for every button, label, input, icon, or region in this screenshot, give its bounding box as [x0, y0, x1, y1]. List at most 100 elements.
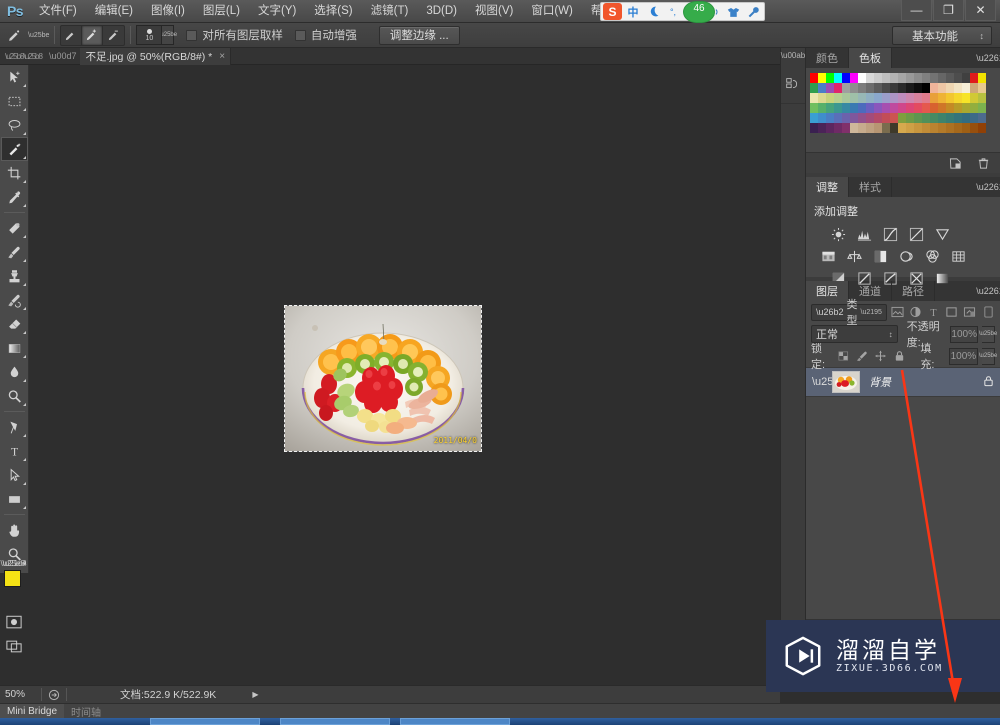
clone-stamp-tool[interactable]: [1, 264, 28, 288]
spot-healing-brush-tool[interactable]: [1, 216, 28, 240]
swatch-cell[interactable]: [810, 73, 818, 83]
swatch-cell[interactable]: [810, 113, 818, 123]
color-lookup-icon[interactable]: [950, 248, 967, 264]
swatch-cell[interactable]: [938, 73, 946, 83]
chinese-mode-icon[interactable]: 中: [624, 3, 642, 20]
swatch-cell[interactable]: [834, 83, 842, 93]
swatch-cell[interactable]: [866, 93, 874, 103]
swatch-cell[interactable]: [826, 93, 834, 103]
swatch-cell[interactable]: [826, 73, 834, 83]
swatches-grid[interactable]: [810, 73, 996, 133]
swatch-cell[interactable]: [946, 113, 954, 123]
gradient-map-icon[interactable]: [934, 270, 951, 286]
swatch-cell[interactable]: [906, 93, 914, 103]
tab-adjustments[interactable]: 调整: [806, 177, 849, 197]
menu-item-8[interactable]: 3D(D): [417, 0, 466, 22]
swatch-cell[interactable]: [866, 123, 874, 133]
swatch-cell[interactable]: [930, 73, 938, 83]
swatch-cell[interactable]: [978, 123, 986, 133]
levels-icon[interactable]: [856, 226, 873, 242]
layer-filter-select[interactable]: \u26b2 类型 \u2195: [811, 299, 887, 327]
color-balance-icon[interactable]: [846, 248, 863, 264]
swatch-cell[interactable]: [954, 73, 962, 83]
bottom-tab-timeline[interactable]: 时间轴: [64, 704, 108, 719]
color-panel-menu-icon[interactable]: \u2261: [976, 48, 1000, 68]
swatch-cell[interactable]: [962, 103, 970, 113]
swatch-cell[interactable]: [962, 113, 970, 123]
shape-filter-icon[interactable]: [945, 304, 959, 320]
swatch-cell[interactable]: [882, 113, 890, 123]
swatches-grid-container[interactable]: [806, 68, 1000, 152]
swatch-cell[interactable]: [826, 113, 834, 123]
menu-item-6[interactable]: 选择(S): [305, 0, 361, 22]
swatch-cell[interactable]: [810, 103, 818, 113]
swatch-cell[interactable]: [818, 103, 826, 113]
swatch-cell[interactable]: [938, 123, 946, 133]
swatch-cell[interactable]: [882, 103, 890, 113]
swatch-cell[interactable]: [818, 73, 826, 83]
swatch-cell[interactable]: [954, 123, 962, 133]
photo-filter-icon[interactable]: [898, 248, 915, 264]
swatch-cell[interactable]: [938, 113, 946, 123]
expand-panels-icon[interactable]: \u00ab: [781, 48, 805, 62]
swatch-cell[interactable]: [922, 83, 930, 93]
swatch-cell[interactable]: [946, 103, 954, 113]
minimize-button[interactable]: —: [901, 0, 932, 21]
swatch-cell[interactable]: [810, 93, 818, 103]
swatch-cell[interactable]: [850, 73, 858, 83]
new-swatch-icon[interactable]: [948, 156, 962, 170]
brightness-contrast-icon[interactable]: [830, 226, 847, 242]
brush-tool[interactable]: [1, 240, 28, 264]
restore-button[interactable]: ❐: [933, 0, 964, 21]
workspace-selector[interactable]: 基本功能: [892, 26, 992, 45]
zoom-level[interactable]: 50%: [0, 687, 36, 703]
swatch-cell[interactable]: [850, 83, 858, 93]
layer-thumbnail[interactable]: [832, 371, 860, 393]
swatch-cell[interactable]: [890, 103, 898, 113]
swatch-cell[interactable]: [858, 83, 866, 93]
swatch-cell[interactable]: [946, 83, 954, 93]
delete-swatch-icon[interactable]: [976, 156, 990, 170]
swatch-cell[interactable]: [962, 83, 970, 93]
wrench-icon[interactable]: [744, 3, 762, 20]
curves-icon[interactable]: [882, 226, 899, 242]
lock-position-icon[interactable]: [873, 348, 888, 364]
swatch-cell[interactable]: [818, 93, 826, 103]
swatch-cell[interactable]: [858, 93, 866, 103]
swatch-cell[interactable]: [978, 83, 986, 93]
layer-lock-icon[interactable]: [983, 375, 994, 390]
swatch-cell[interactable]: [946, 73, 954, 83]
swatch-cell[interactable]: [906, 83, 914, 93]
menu-item-5[interactable]: 文字(Y): [249, 0, 305, 22]
swatch-cell[interactable]: [922, 93, 930, 103]
swatch-cell[interactable]: [914, 123, 922, 133]
hand-tool[interactable]: [1, 518, 28, 542]
swatch-cell[interactable]: [890, 73, 898, 83]
swatch-cell[interactable]: [962, 93, 970, 103]
swatch-cell[interactable]: [978, 103, 986, 113]
swatch-cell[interactable]: [946, 93, 954, 103]
swatch-cell[interactable]: [850, 123, 858, 133]
chevron-down-icon[interactable]: \u2195: [861, 309, 882, 316]
swatch-cell[interactable]: [842, 103, 850, 113]
quick-selection-tool[interactable]: [0, 137, 28, 161]
swatch-cell[interactable]: [834, 113, 842, 123]
fill-value[interactable]: 100%: [948, 347, 979, 365]
swatch-cell[interactable]: [978, 93, 986, 103]
menu-item-2[interactable]: 编辑(E): [86, 0, 142, 22]
horizontal-type-tool[interactable]: T: [1, 439, 28, 463]
taskbar-item-2[interactable]: [280, 718, 390, 725]
crop-tool[interactable]: [1, 161, 28, 185]
lock-transparent-icon[interactable]: [836, 348, 851, 364]
layer-row-background[interactable]: \u25c9 背景: [806, 367, 1000, 397]
eyedropper-tool[interactable]: [1, 185, 28, 209]
swatch-cell[interactable]: [922, 73, 930, 83]
swap-colors-icon[interactable]: \u21c4: [2, 559, 26, 568]
close-button[interactable]: ✕: [965, 0, 996, 21]
swatch-cell[interactable]: [938, 83, 946, 93]
swatch-cell[interactable]: [810, 83, 818, 93]
eraser-tool[interactable]: [1, 312, 28, 336]
adjustment-filter-icon[interactable]: [909, 304, 923, 320]
layer-name[interactable]: 背景: [869, 374, 891, 390]
color-swatches[interactable]: \u25e8 \u21c4: [1, 559, 29, 602]
